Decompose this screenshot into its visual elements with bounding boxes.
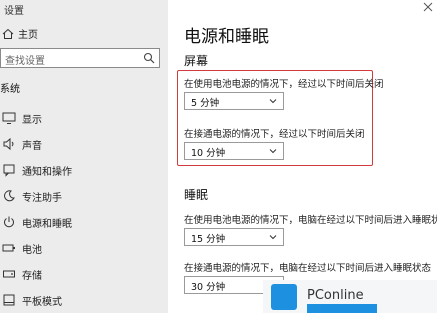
screen-battery-dropdown[interactable]: 5 分钟 bbox=[184, 92, 284, 110]
search-input[interactable]: 查找设置 bbox=[0, 48, 160, 68]
sidebar-item-label: 显示 bbox=[22, 114, 42, 126]
chevron-down-icon bbox=[269, 149, 277, 154]
sidebar-item-tablet-mode[interactable]: 平板模式 bbox=[0, 288, 168, 312]
notification-icon bbox=[2, 163, 16, 177]
page-title: 电源和睡眠 bbox=[184, 27, 269, 47]
sidebar-item-label: 电池 bbox=[22, 244, 42, 256]
sleep-battery-dropdown[interactable]: 15 分钟 bbox=[184, 228, 284, 246]
watermark-bar bbox=[307, 304, 377, 313]
sidebar-item-label: 声音 bbox=[22, 140, 42, 152]
sidebar-item-display[interactable]: 显示 bbox=[0, 106, 168, 130]
screen-battery-description: 在使用电池电源的情况下，经过以下时间后关闭 bbox=[184, 79, 384, 90]
monitor-icon bbox=[2, 111, 16, 125]
watermark-text: PConline bbox=[307, 288, 364, 303]
home-nav-item[interactable]: 主页 bbox=[2, 26, 38, 41]
pconline-logo-icon bbox=[271, 284, 297, 310]
sidebar-item-label: 存储 bbox=[22, 270, 42, 282]
dropdown-value: 15 分钟 bbox=[191, 234, 226, 245]
home-icon bbox=[2, 28, 14, 39]
sidebar-item-label: 平板模式 bbox=[22, 296, 62, 308]
dropdown-value: 30 分钟 bbox=[191, 282, 226, 293]
sidebar: 设置 主页 查找设置 系统 显示 声音 通知和操作 专注助手 电源和睡眠 电池 … bbox=[0, 0, 168, 313]
main-panel: 电源和睡眠 屏幕 在使用电池电源的情况下，经过以下时间后关闭 5 分钟 在接通电… bbox=[168, 0, 437, 313]
dropdown-value: 10 分钟 bbox=[191, 148, 226, 159]
sleep-battery-description: 在使用电池电源的情况下，电脑在经过以下时间后进入睡眠状态 bbox=[184, 215, 437, 226]
screen-heading: 屏幕 bbox=[184, 54, 209, 68]
sidebar-item-label: 通知和操作 bbox=[22, 166, 72, 178]
screen-plugged-description: 在接通电源的情况下，经过以下时间后关闭 bbox=[184, 129, 365, 140]
search-icon[interactable] bbox=[143, 52, 155, 64]
section-label: 系统 bbox=[0, 84, 20, 95]
sidebar-item-storage[interactable]: 存储 bbox=[0, 262, 168, 286]
dropdown-value: 5 分钟 bbox=[191, 98, 220, 109]
speaker-icon bbox=[2, 137, 16, 151]
close-icon[interactable] bbox=[423, 2, 433, 12]
sidebar-item-notifications[interactable]: 通知和操作 bbox=[0, 158, 168, 182]
storage-icon bbox=[2, 267, 16, 281]
chevron-down-icon bbox=[269, 99, 277, 104]
sidebar-item-power-sleep[interactable]: 电源和睡眠 bbox=[0, 210, 168, 234]
sleep-heading: 睡眠 bbox=[184, 188, 209, 202]
sidebar-item-battery[interactable]: 电池 bbox=[0, 236, 168, 260]
sidebar-item-focus-assist[interactable]: 专注助手 bbox=[0, 184, 168, 208]
chevron-down-icon bbox=[269, 235, 277, 240]
moon-icon bbox=[2, 189, 16, 203]
sidebar-item-label: 电源和睡眠 bbox=[22, 218, 72, 230]
sleep-plugged-description: 在接通电源的情况下，电脑在经过以下时间后进入睡眠状态 bbox=[184, 263, 432, 274]
search-placeholder: 查找设置 bbox=[5, 56, 45, 67]
screen-plugged-dropdown[interactable]: 10 分钟 bbox=[184, 142, 284, 160]
battery-icon bbox=[2, 241, 16, 255]
sidebar-item-label: 专注助手 bbox=[22, 192, 62, 204]
window-controls[interactable] bbox=[423, 2, 433, 15]
sidebar-item-sound[interactable]: 声音 bbox=[0, 132, 168, 156]
tablet-icon bbox=[2, 293, 16, 307]
home-label: 主页 bbox=[18, 30, 38, 41]
watermark: PConline bbox=[263, 280, 437, 313]
power-icon bbox=[2, 215, 16, 229]
window-title: 设置 bbox=[4, 6, 24, 17]
